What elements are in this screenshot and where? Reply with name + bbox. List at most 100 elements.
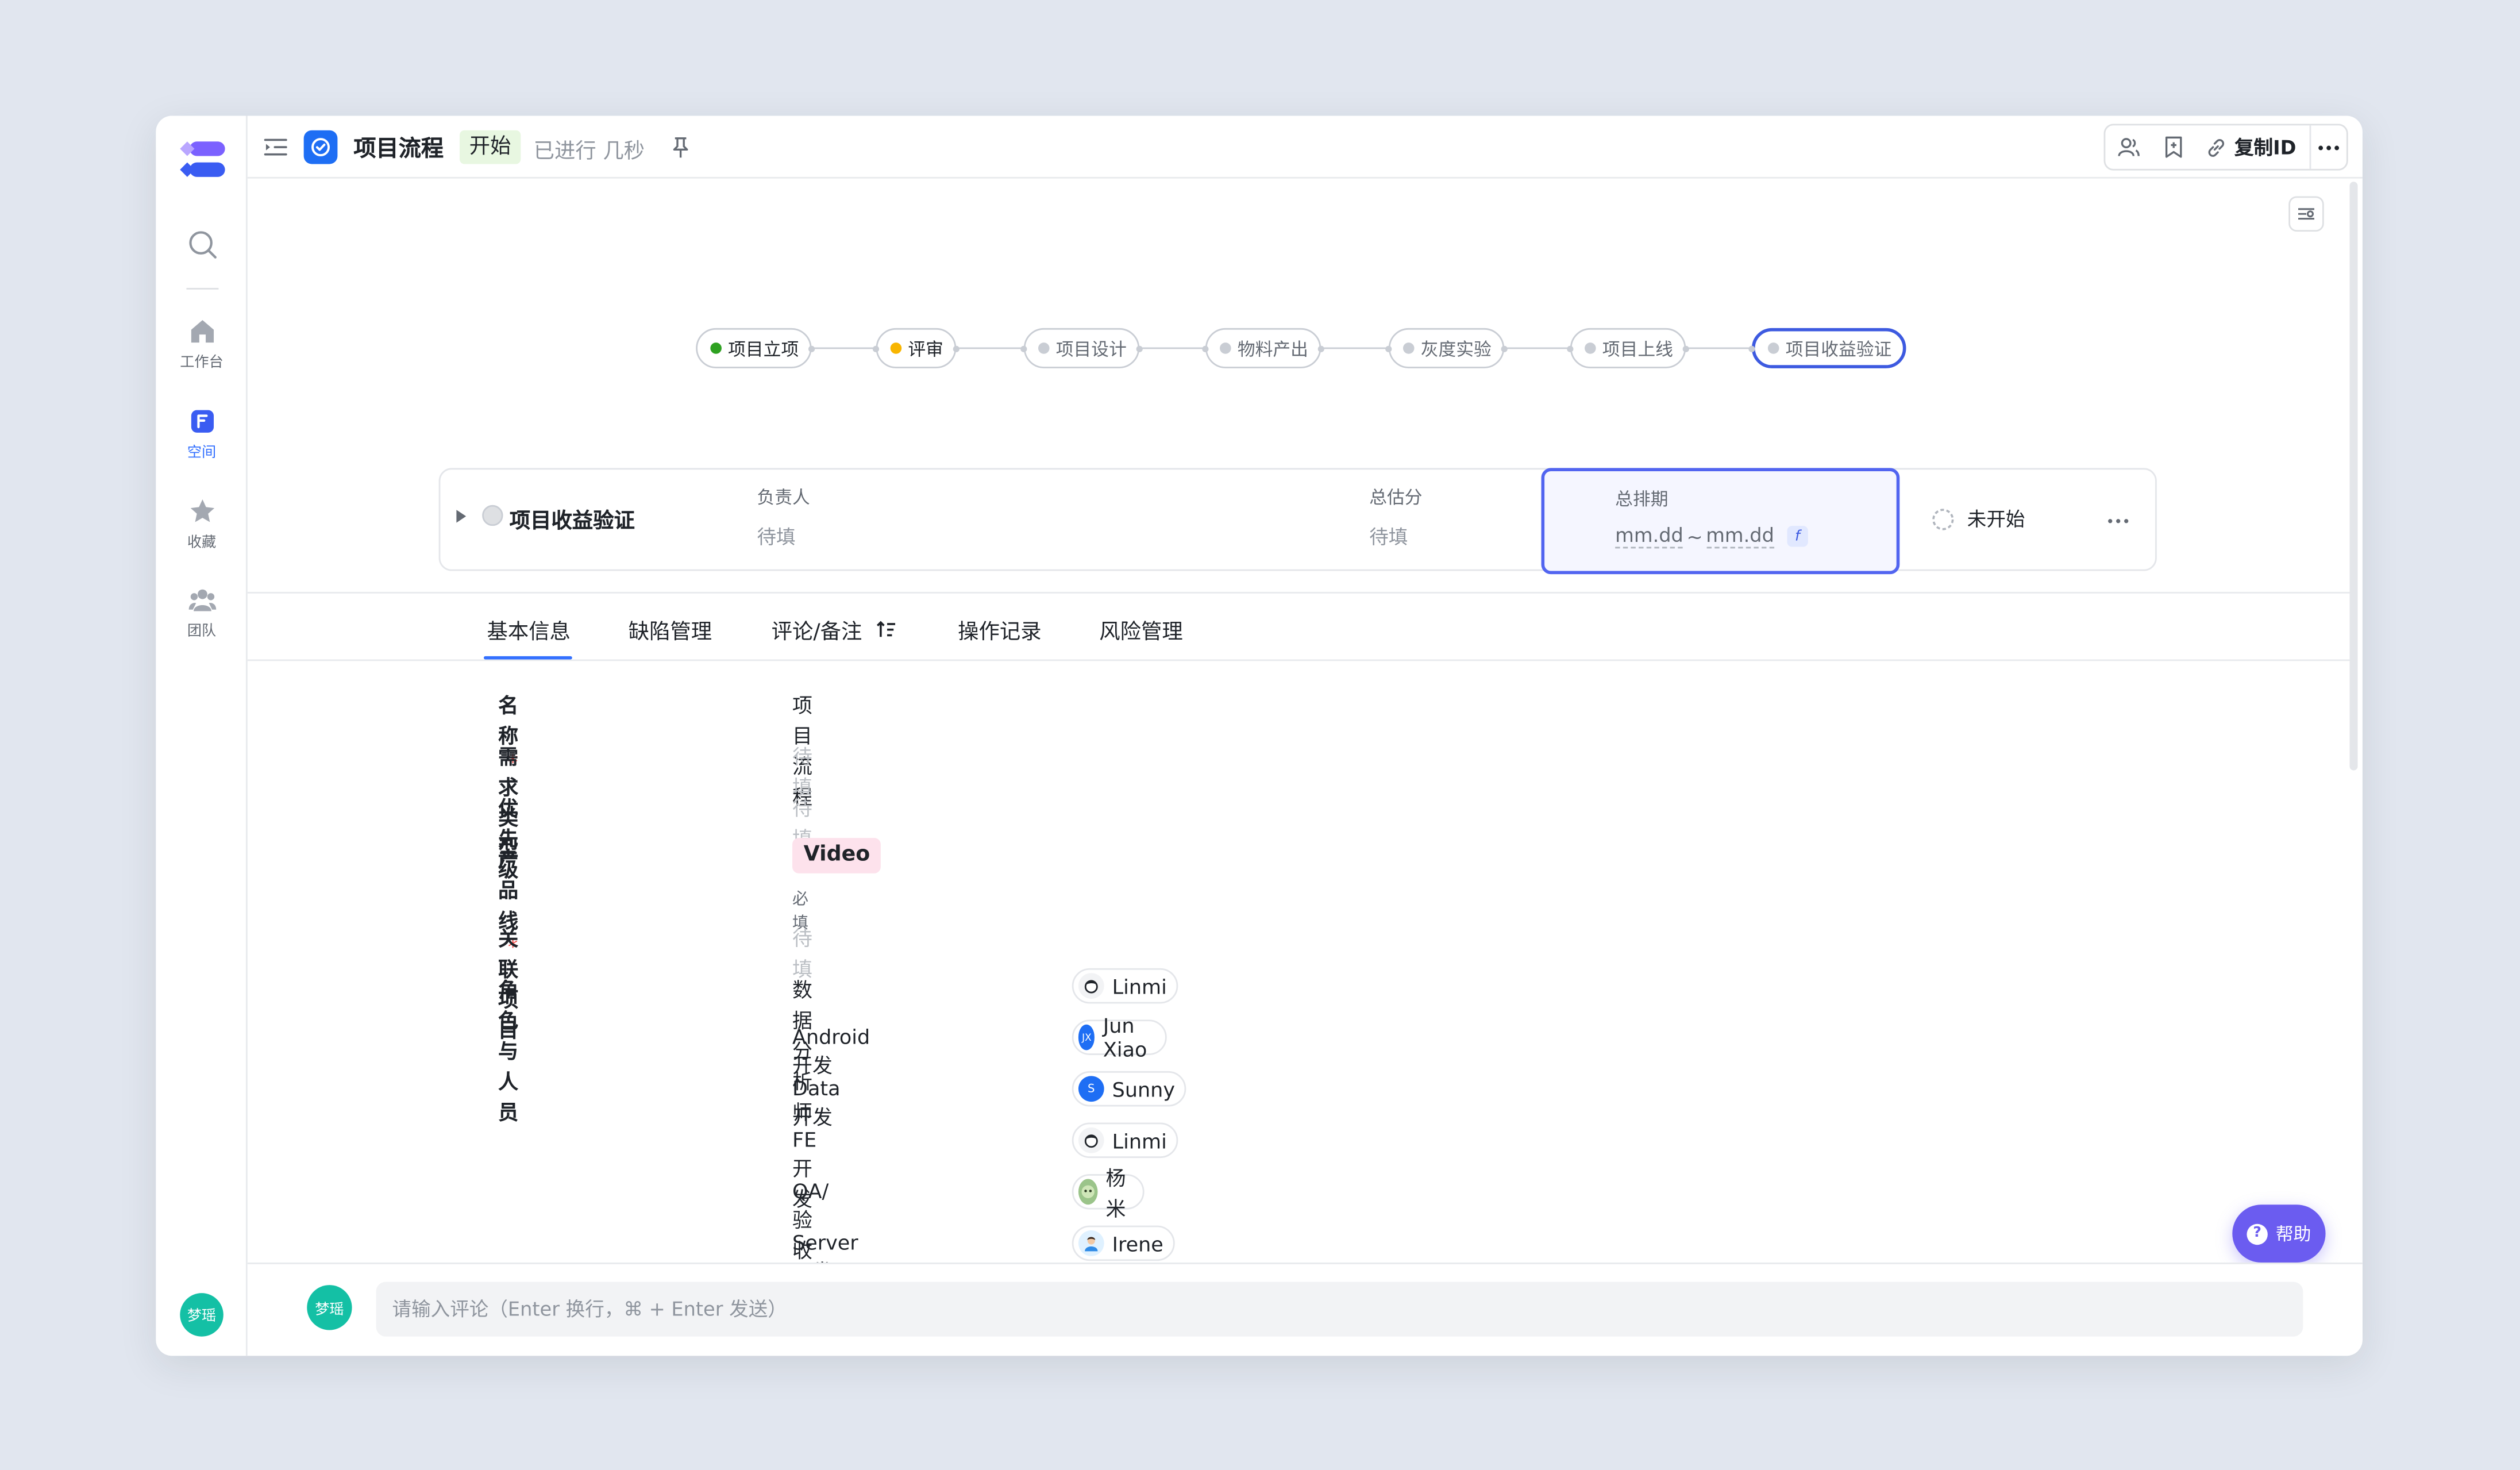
owner-label: 负责人 [757,487,810,509]
stage-label: 评审 [908,338,943,360]
stage-node-selected[interactable]: 项目收益验证 [1748,328,1906,368]
person-chip[interactable]: Linmi [1072,1122,1178,1159]
pipeline-connector [1138,347,1205,349]
stage-port [872,345,880,352]
stage-node[interactable]: 物料产出 [1202,328,1324,368]
stage-node[interactable]: 灰度实验 [1385,328,1508,368]
stage-port [1567,345,1574,352]
rail-item-label: 空间 [187,445,217,462]
person-chip[interactable]: S Sunny [1072,1071,1186,1107]
comment-bar: 梦瑶 [247,1262,2363,1356]
schedule-end[interactable]: mm.dd [1706,524,1774,549]
star-icon [190,499,214,522]
active-tab-indicator [483,656,572,660]
roles-label: 角色与人员 [498,978,519,1125]
tab-bar: 基本信息 缺陷管理 评论/备注 操作记录 风险管理 [247,591,2350,661]
person-chip[interactable]: Linmi [1072,968,1178,1004]
rail-item-label: 收藏 [187,535,217,552]
avatar [1078,973,1104,999]
stage-status-dot [1038,343,1050,354]
current-user-avatar[interactable]: 梦瑶 [180,1293,224,1337]
node-summary-card: 项目收益验证 负责人 待填 总估分 待填 总排期 mm.dd ~ mm.dd f… [438,468,2157,575]
stage-label: 项目立项 [728,338,799,360]
node-status[interactable]: 未开始 [1932,505,2025,533]
team-icon [188,589,215,611]
stage-label: 项目上线 [1602,338,1673,360]
stage-node[interactable]: 评审 [872,328,960,368]
comment-input[interactable] [376,1282,2303,1337]
pipeline-connector [1684,347,1752,349]
product-line-tag[interactable]: Video [792,838,881,873]
tab-risk[interactable]: 风险管理 [1099,614,1182,645]
stage-port [808,345,815,352]
stage-status-dot [1767,343,1779,354]
help-icon: ? [2247,1223,2268,1244]
stage-status-dot [1220,343,1231,354]
schedule-separator: ~ [1686,525,1703,548]
rail-item-label: 团队 [187,624,217,640]
stage-label: 物料产出 [1237,338,1308,360]
stage-label: 项目设计 [1055,338,1127,360]
rail-item-favorites[interactable]: 收藏 [156,497,247,568]
stage-port [1202,345,1209,352]
stage-status-dot [890,343,902,354]
node-status-icon [482,505,503,526]
person-name: Jun Xiao [1103,1013,1147,1062]
person-name: Irene [1112,1231,1163,1256]
stage-port [1020,345,1027,352]
stage-port [953,345,960,352]
score-label: 总估分 [1369,487,1423,509]
person-chip[interactable]: 杨米 [1072,1166,1144,1221]
node-status-label: 未开始 [1967,508,2025,531]
stage-node[interactable]: 项目立项 [696,328,815,368]
help-button[interactable]: ? 帮助 [2232,1205,2326,1263]
tab-comments-label: 评论/备注 [771,621,862,645]
tab-basic-info[interactable]: 基本信息 [487,614,571,645]
person-name: Linmi [1112,1128,1167,1153]
expand-caret-icon[interactable] [456,510,467,523]
tab-defects[interactable]: 缺陷管理 [629,614,712,645]
tab-operation-log[interactable]: 操作记录 [958,614,1041,645]
person-name: 杨米 [1105,1166,1126,1221]
node-name: 项目收益验证 [509,510,635,534]
avatar [1078,1127,1104,1153]
comment-user-avatar: 梦瑶 [307,1285,352,1330]
stage-status-dot [1585,343,1596,354]
stage-port [1385,345,1392,352]
stage-status-dot [710,343,722,354]
stage-port [1501,345,1508,352]
more-horizontal-icon[interactable] [2107,505,2129,537]
workflow-pipeline: 项目立项 评审 项目设计 物料产出 灰度实验 项目上线 项目收益验证 [156,116,2363,438]
avatar [1078,1230,1104,1256]
avatar [1078,1179,1098,1205]
pipeline-connector [1502,347,1570,349]
person-chip[interactable]: Irene [1072,1225,1175,1261]
schedule-label: 总排期 [1615,488,1669,510]
stage-node[interactable]: 项目上线 [1567,328,1689,368]
person-name: Sunny [1112,1076,1176,1101]
stage-label: 灰度实验 [1420,338,1492,360]
help-label: 帮助 [2275,1223,2311,1245]
stage-status-dot [1402,343,1415,354]
stage-node[interactable]: 项目设计 [1020,328,1143,368]
role-name: Data开发 [792,1076,841,1129]
person-chip[interactable]: JX Jun Xiao [1072,1013,1167,1061]
pipeline-connector [956,347,1023,349]
pipeline-connector [1319,347,1389,349]
tab-comments[interactable]: 评论/备注 [772,614,897,645]
schedule-start[interactable]: mm.dd [1615,524,1683,549]
formula-icon[interactable]: f [1787,526,1808,547]
stage-label: 项目收益验证 [1785,338,1892,360]
schedule-field[interactable]: 总排期 mm.dd ~ mm.dd f [1541,468,1900,575]
sort-icon[interactable] [877,619,897,640]
schedule-value[interactable]: mm.dd ~ mm.dd f [1615,524,1808,549]
stage-port [1682,345,1689,352]
avatar: JX [1078,1024,1095,1050]
rail-item-team[interactable]: 团队 [156,586,247,656]
not-started-icon [1932,507,1954,530]
person-name: Linmi [1112,973,1167,998]
score-field[interactable]: 待填 [1369,523,1408,551]
app-window: 工作台 空间 收藏 团队 梦瑶 项目流程 开始 已进行 几秒 复制ID 项目立项… [156,116,2363,1356]
owner-field[interactable]: 待填 [757,523,795,551]
avatar: S [1078,1076,1104,1102]
